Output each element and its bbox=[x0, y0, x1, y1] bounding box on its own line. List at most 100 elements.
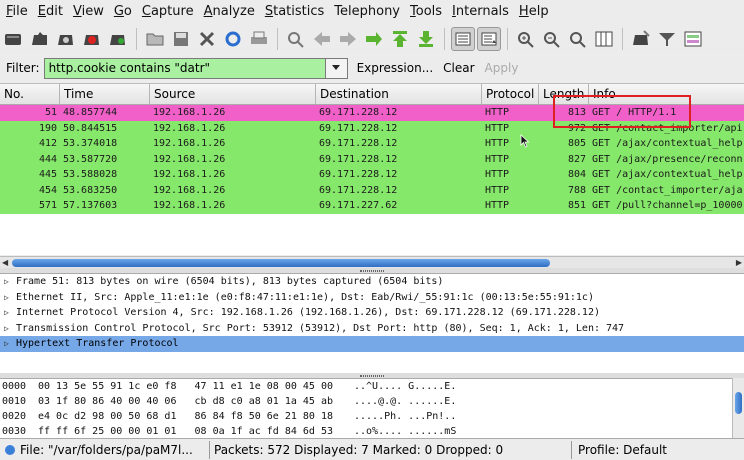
packet-cell-len: 827 bbox=[567, 153, 586, 165]
resize-columns-icon[interactable] bbox=[592, 27, 616, 51]
clear-button[interactable]: Clear bbox=[438, 61, 479, 75]
menu-help[interactable]: Help bbox=[515, 0, 555, 24]
detail-tree-label: Hypertext Transfer Protocol bbox=[16, 338, 179, 350]
bytes-hex: e4 0c d2 98 00 50 68 d1 86 84 f8 50 6e 2… bbox=[38, 411, 334, 422]
print-icon[interactable] bbox=[247, 27, 271, 51]
menu-internals[interactable]: Internals bbox=[448, 0, 515, 24]
expand-triangle-icon[interactable]: ▷ bbox=[4, 339, 16, 348]
packet-cell-time: 53.683250 bbox=[63, 184, 118, 196]
find-packet-icon[interactable] bbox=[284, 27, 308, 51]
packet-row[interactable]: 454 53.683250 192.168.1.26 69.171.228.12 HTT… bbox=[0, 182, 744, 198]
scrollbar-thumb[interactable] bbox=[735, 392, 742, 414]
column-header-source[interactable]: Source bbox=[150, 84, 316, 104]
detail-tree-item[interactable]: ▷ Internet Protocol Version 4, Src: 192.1… bbox=[0, 305, 744, 321]
expand-triangle-icon[interactable]: ▷ bbox=[4, 324, 16, 333]
annotation-highlight-box bbox=[553, 95, 691, 128]
packet-cell-dst: 69.171.227.62 bbox=[319, 200, 398, 212]
packet-details-tree: ▷ Frame 51: 813 bytes on wire (6504 bits)… bbox=[0, 273, 744, 373]
packet-row[interactable]: 571 57.137603 192.168.1.26 69.171.227.62 HTT… bbox=[0, 198, 744, 214]
menu-tools[interactable]: Tools bbox=[406, 0, 448, 24]
scroll-left-icon[interactable]: ◀ bbox=[2, 258, 8, 267]
packet-list-hscrollbar[interactable]: ◀ ▶ bbox=[0, 256, 744, 268]
interface-list-icon[interactable] bbox=[2, 27, 26, 51]
detail-tree-item[interactable]: ▷ Hypertext Transfer Protocol bbox=[0, 336, 744, 352]
menubar: File Edit View Go Capture Analyze Statistics Te… bbox=[0, 0, 744, 24]
zoom-in-icon[interactable] bbox=[514, 27, 538, 51]
scrollbar-thumb[interactable] bbox=[12, 259, 550, 267]
packet-cell-no: 444 bbox=[38, 153, 57, 165]
restart-capture-icon[interactable] bbox=[106, 27, 130, 51]
bytes-vscrollbar[interactable] bbox=[732, 378, 744, 438]
menu-go[interactable]: Go bbox=[110, 0, 138, 24]
filter-history-dropdown[interactable] bbox=[325, 57, 348, 79]
go-first-icon[interactable] bbox=[388, 27, 412, 51]
packet-row[interactable]: 444 53.587720 192.168.1.26 69.171.228.12 HTT… bbox=[0, 151, 744, 167]
packet-row[interactable]: 412 53.374018 192.168.1.26 69.171.228.12 HTT… bbox=[0, 136, 744, 152]
scroll-right-icon[interactable]: ▶ bbox=[736, 258, 742, 267]
save-file-icon[interactable] bbox=[169, 27, 193, 51]
packet-row[interactable]: 445 53.588028 192.168.1.26 69.171.228.12 HTT… bbox=[0, 167, 744, 183]
menu-statistics[interactable]: Statistics bbox=[261, 0, 330, 24]
zoom-out-icon[interactable] bbox=[540, 27, 564, 51]
display-filter-input[interactable]: http.cookie contains "datr" bbox=[43, 57, 326, 79]
packet-cell-dst: 69.171.228.12 bbox=[319, 184, 398, 196]
start-capture-icon[interactable] bbox=[54, 27, 78, 51]
menu-capture[interactable]: Capture bbox=[138, 0, 200, 24]
capture-options-icon[interactable] bbox=[28, 27, 52, 51]
packet-cell-time: 53.374018 bbox=[63, 138, 118, 150]
column-header-time[interactable]: Time bbox=[60, 84, 150, 104]
toolbar-separator bbox=[444, 28, 445, 50]
column-header-destination[interactable]: Destination bbox=[316, 84, 482, 104]
toolbar-separator bbox=[507, 28, 508, 50]
toolbar-separator bbox=[277, 28, 278, 50]
detail-tree-item[interactable]: ▷ Frame 51: 813 bytes on wire (6504 bits)… bbox=[0, 274, 744, 290]
bytes-ascii: ..o%.... ......mS bbox=[354, 426, 457, 437]
expression-button[interactable]: Expression... bbox=[352, 61, 439, 75]
menu-analyze[interactable]: Analyze bbox=[200, 0, 261, 24]
packet-cell-proto: HTTP bbox=[485, 122, 510, 134]
expand-triangle-icon[interactable]: ▷ bbox=[4, 277, 16, 286]
coloring-rules-icon[interactable] bbox=[681, 27, 705, 51]
packet-bytes-pane: 0000 00 13 5e 55 91 1c e0 f8 47 11 e1 1e … bbox=[0, 378, 744, 438]
go-last-icon[interactable] bbox=[414, 27, 438, 51]
autoscroll-icon[interactable] bbox=[477, 27, 501, 51]
expand-triangle-icon[interactable]: ▷ bbox=[4, 293, 16, 302]
stop-capture-icon[interactable] bbox=[80, 27, 104, 51]
display-filters-icon[interactable] bbox=[655, 27, 679, 51]
menu-telephony[interactable]: Telephony bbox=[330, 0, 406, 24]
detail-tree-item[interactable]: ▷ Ethernet II, Src: Apple_11:e1:1e (e0:f8… bbox=[0, 290, 744, 306]
packet-cell-src: 192.168.1.26 bbox=[153, 184, 226, 196]
go-back-icon[interactable] bbox=[310, 27, 334, 51]
main-toolbar bbox=[0, 24, 744, 54]
detail-tree-item[interactable]: ▷ Transmission Control Protocol, Src Port… bbox=[0, 321, 744, 337]
column-header-no[interactable]: No. bbox=[0, 84, 60, 104]
display-filter-bar: Filter: http.cookie contains "datr" Expr… bbox=[0, 56, 744, 80]
expert-info-icon[interactable] bbox=[4, 444, 16, 456]
packet-cell-time: 57.137603 bbox=[63, 200, 118, 212]
colorize-icon[interactable] bbox=[451, 27, 475, 51]
zoom-normal-icon[interactable] bbox=[566, 27, 590, 51]
expand-triangle-icon[interactable]: ▷ bbox=[4, 308, 16, 317]
menu-view[interactable]: View bbox=[69, 0, 110, 24]
close-file-icon[interactable] bbox=[195, 27, 219, 51]
packet-cell-len: 804 bbox=[567, 169, 586, 181]
open-file-icon[interactable] bbox=[143, 27, 167, 51]
column-header-protocol[interactable]: Protocol bbox=[482, 84, 539, 104]
packet-cell-no: 190 bbox=[38, 122, 57, 134]
packet-cell-src: 192.168.1.26 bbox=[153, 107, 226, 119]
status-file-segment[interactable]: File: "/var/folders/pa/paM7l... bbox=[0, 440, 210, 459]
go-forward-icon[interactable] bbox=[336, 27, 360, 51]
go-to-packet-icon[interactable] bbox=[362, 27, 386, 51]
packet-cell-no: 51 bbox=[44, 107, 57, 119]
packet-cell-no: 445 bbox=[38, 169, 57, 181]
packet-cell-proto: HTTP bbox=[485, 107, 510, 119]
capture-filters-icon[interactable] bbox=[629, 27, 653, 51]
reload-icon[interactable] bbox=[221, 27, 245, 51]
detail-tree-label: Ethernet II, Src: Apple_11:e1:1e (e0:f8:… bbox=[16, 291, 594, 303]
status-profile[interactable]: Profile: Default bbox=[572, 441, 744, 459]
menu-file[interactable]: File bbox=[2, 0, 34, 24]
apply-button[interactable]: Apply bbox=[480, 61, 524, 75]
packet-cell-no: 454 bbox=[38, 184, 57, 196]
bytes-row: 0030 ff ff 6f 25 00 00 01 01 08 0a 1f ac … bbox=[0, 424, 744, 438]
menu-edit[interactable]: Edit bbox=[34, 0, 69, 24]
